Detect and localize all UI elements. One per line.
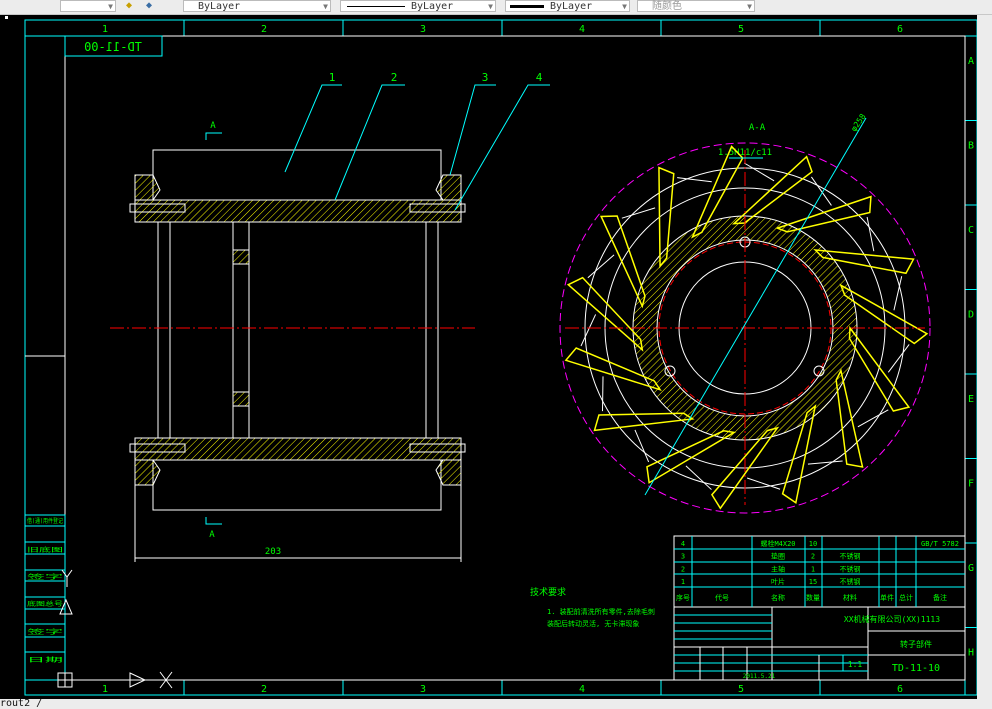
lineweight-value: ByLayer [550,1,593,12]
part-spec: 主轴 [771,564,785,573]
part-title: 转子部件 [900,639,932,649]
zone-col-bottom-6: 6 [897,684,903,695]
header-cell: 材料 [843,593,857,602]
drawing-canvas[interactable]: 1 1 2 2 3 3 4 4 5 5 6 6 A B C D E F G H TD-11-00 1 2 3 4 A … [0,15,978,699]
zone-row-D: D [968,310,974,321]
left-table-label: 借(通)用件登记 [27,517,63,525]
command-line[interactable]: rout2 / [0,699,992,709]
drawing-svg: 1 1 2 2 3 3 4 4 5 5 6 6 A B C D E F G H TD-11-00 1 2 3 4 A … [0,15,978,699]
layer-dropdown[interactable]: ▼ [60,0,116,12]
zone-col-top-1: 1 [102,24,108,35]
chevron-down-icon: ▼ [323,2,328,11]
plotstyle-control[interactable]: 随颜色 ▼ [637,0,755,12]
part-material: 不锈钢 [840,577,861,586]
part-no: 3 [681,553,685,561]
zone-col-top-3: 3 [420,24,426,35]
part-no: 1 [681,578,685,586]
linetype-control[interactable]: ByLayer ▼ [340,0,496,12]
header-cell: 总计 [899,593,913,602]
zone-row-A: A [968,56,974,67]
part-spec: 螺栓M4X20 [760,539,795,548]
part-no: 4 [681,540,685,548]
section-mark-top: A [210,121,216,131]
balloon-4: 4 [536,71,543,84]
zone-row-E: E [968,394,974,405]
blade-edge [601,376,604,412]
zone-row-F: F [968,479,974,490]
part-spec: 垫圈 [771,552,785,561]
zone-row-G: G [968,563,974,574]
chevron-down-icon: ▼ [488,2,493,11]
part-qty: 10 [809,540,817,548]
part-qty: 1 [811,565,815,573]
balloon-3: 3 [482,71,489,84]
chevron-down-icon: ▼ [622,2,627,11]
ucs-marker [5,16,8,19]
header-cell: 代号 [715,593,729,602]
part-qty: 15 [809,578,817,586]
part-material: 不锈钢 [840,552,861,561]
zone-col-bottom-3: 3 [420,684,426,695]
zone-col-top-5: 5 [738,24,744,35]
zone-col-bottom-5: 5 [738,684,744,695]
left-table-label: 底图总号 [27,600,63,608]
layer-previous-icon[interactable]: ◆ [122,0,136,11]
mirrored-drawing-number: TD-11-00 [84,40,142,54]
linetype-preview [347,6,405,7]
left-table-label: 签字 [27,628,63,636]
zone-col-bottom-1: 1 [102,684,108,695]
header-cell: 备注 [933,593,947,602]
part-qty: 2 [811,553,815,561]
linetype-value: ByLayer [411,1,454,12]
zone-col-top-4: 4 [579,24,585,35]
tech-req-line-2: 装配后转动灵活, 无卡滞现象 [547,619,639,628]
lineweight-preview [510,5,544,8]
left-table-label: 签字 [27,573,63,581]
layer-states-icon[interactable]: ◆ [142,0,156,11]
properties-toolbar: ▼ ◆ ◆ ByLayer ▼ ByLayer ▼ ByLayer ▼ 随颜色 ▼ [0,0,992,15]
command-text: rout2 / [0,698,43,709]
left-table-label: 旧底图 [27,546,63,554]
header-cell: 名称 [771,593,785,602]
zone-col-bottom-4: 4 [579,684,585,695]
zone-row-H: H [968,648,974,659]
zone-col-top-6: 6 [897,24,903,35]
zone-row-B: B [968,141,974,152]
balloon-1: 1 [329,71,336,84]
chevron-down-icon: ▼ [747,2,752,11]
section-title: A-A [749,123,766,133]
date-value: 2011.5.21 [743,673,776,680]
balloon-2: 2 [391,71,398,84]
part-spec: 叶片 [771,577,785,586]
zone-col-top-2: 2 [261,24,267,35]
vertical-scrollbar[interactable] [977,15,992,699]
header-cell: 单件 [880,593,894,602]
header-cell: 数量 [806,593,820,602]
lineweight-control[interactable]: ByLayer ▼ [505,0,630,12]
chevron-down-icon: ▼ [108,2,113,11]
zone-col-bottom-2: 2 [261,684,267,695]
color-value: ByLayer [198,1,241,12]
zone-row-C: C [968,225,974,236]
part-material: 不锈钢 [840,564,861,573]
scale-value: 1:1 [848,660,863,669]
tech-req-title: 技术要求 [530,586,566,598]
tech-req-line-1: 1. 装配前清洗所有零件,去除毛刺 [547,607,655,616]
part-std: GB/T 5782 [921,540,959,548]
plotstyle-value: 随颜色 [652,1,682,12]
drawing-number: TD-11-10 [892,663,940,674]
header-cell: 序号 [676,593,690,602]
left-table-label: 日期 [27,656,63,664]
section-mark-bottom: A [209,530,215,540]
color-control[interactable]: ByLayer ▼ [183,0,331,12]
part-no: 2 [681,565,685,573]
dimension-text: 203 [265,547,281,557]
company-name: XX机械有限公司(XX)1113 [844,614,940,624]
